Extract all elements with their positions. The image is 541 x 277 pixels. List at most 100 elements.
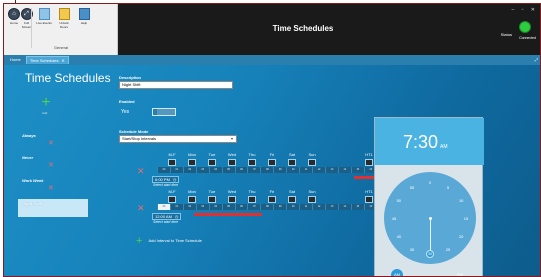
day-column-fri: Fri	[262, 189, 282, 203]
hour-cell[interactable]: 11	[299, 167, 312, 173]
day-column-thu: Thu	[242, 152, 262, 166]
delete-interval-icon[interactable]: ✕	[137, 166, 145, 177]
schedule-item-always[interactable]: Always ✕	[18, 131, 88, 149]
hour-cell[interactable]: 03	[195, 204, 209, 210]
dial-number[interactable]: 50	[395, 198, 403, 203]
delete-interval-icon[interactable]: ✕	[137, 203, 145, 214]
help-icon	[78, 8, 90, 20]
hour-cell[interactable]: 15	[350, 204, 364, 210]
day-checkbox[interactable]	[208, 159, 216, 166]
hour-cell[interactable]: 00	[157, 204, 170, 210]
hour-cell[interactable]: 10	[286, 204, 299, 210]
tab-time-schedules[interactable]: Time Schedules ✕	[26, 56, 69, 64]
day-checkbox[interactable]	[268, 159, 276, 166]
hour-cell[interactable]: 00	[157, 167, 170, 173]
delete-icon[interactable]: ✕	[48, 184, 54, 192]
hour-cell[interactable]: 03	[195, 167, 209, 173]
day-checkbox[interactable]	[248, 196, 256, 203]
hour-cell[interactable]: 11	[299, 204, 312, 210]
am-button[interactable]: AM	[391, 269, 403, 276]
hour-cell[interactable]: 01	[169, 167, 183, 173]
day-checkbox[interactable]	[228, 196, 236, 203]
dial-number[interactable]: 25	[444, 247, 452, 252]
hour-cell[interactable]: 13	[324, 204, 338, 210]
schedule-item-work-week[interactable]: Work Week ✕	[18, 176, 88, 194]
day-label: M-F	[168, 189, 176, 194]
dial-number[interactable]: 45	[390, 216, 398, 221]
dial-number[interactable]: 35	[408, 247, 416, 252]
unlock-doors-button[interactable]: Unlock Doors	[56, 8, 72, 36]
day-checkbox[interactable]	[208, 196, 216, 203]
hour-cell[interactable]: 09	[273, 204, 286, 210]
hour-cell[interactable]: 07	[247, 167, 260, 173]
schedule-mode-select[interactable]: Start/Stop Intervals ▾	[119, 135, 237, 143]
add-interval-button[interactable]: + Add Interval to Time Schedule	[136, 235, 202, 247]
hour-cell[interactable]: 08	[260, 204, 273, 210]
dial-number[interactable]: 55	[408, 185, 416, 190]
dial-number[interactable]: 5	[444, 185, 452, 190]
hour-cell[interactable]: 06	[234, 204, 248, 210]
description-field[interactable]: Night Shift	[119, 81, 233, 89]
close-tab-icon[interactable]: ✕	[62, 58, 65, 63]
hour-cell[interactable]: 14	[337, 167, 351, 173]
schedule-item-night-shift[interactable]: Night Shift	[18, 199, 88, 217]
dial-number[interactable]: 10	[457, 198, 465, 203]
hour-cell[interactable]: 14	[337, 204, 351, 210]
day-checkbox[interactable]	[188, 159, 196, 166]
description-label: Description	[119, 75, 142, 80]
dial-number[interactable]: 0	[426, 180, 434, 185]
hour-cell[interactable]: 02	[182, 167, 196, 173]
dial-number[interactable]: 20	[457, 234, 465, 239]
tab-home[interactable]: Home	[7, 56, 24, 64]
hour-cell[interactable]: 06	[234, 167, 248, 173]
day-checkbox[interactable]	[268, 196, 276, 203]
day-checkbox[interactable]	[288, 196, 296, 203]
hour-cell[interactable]: 13	[324, 167, 338, 173]
live-events-button[interactable]: Live Events	[36, 8, 52, 36]
help-button[interactable]: Help	[76, 8, 92, 36]
clock-icon: ◷	[174, 214, 179, 219]
dial-selected-minute[interactable]: 30	[426, 250, 434, 258]
hour-cell[interactable]: 02	[182, 204, 196, 210]
enabled-toggle[interactable]	[152, 108, 176, 116]
hour-cell[interactable]: 15	[350, 167, 364, 173]
day-label: Thu	[248, 189, 256, 194]
hour-cell[interactable]: 01	[169, 204, 183, 210]
hour-cell[interactable]: 10	[286, 167, 299, 173]
delete-icon[interactable]: ✕	[48, 161, 54, 169]
hour-cell[interactable]: 07	[247, 204, 260, 210]
hour-cell[interactable]: 05	[221, 167, 235, 173]
hour-cell[interactable]: 04	[208, 204, 222, 210]
pm-button[interactable]: PM	[454, 269, 466, 276]
add-schedule-button[interactable]: +	[40, 95, 52, 111]
dial-number[interactable]: 15	[462, 216, 470, 221]
expand-icon[interactable]: ⤢	[535, 56, 538, 64]
day-checkbox[interactable]	[168, 196, 176, 203]
day-checkbox[interactable]	[308, 196, 316, 203]
hour-cell[interactable]: 08	[260, 167, 273, 173]
day-checkbox[interactable]	[188, 196, 196, 203]
delete-icon[interactable]: ✕	[48, 139, 54, 147]
holiday-checkbox[interactable]	[365, 196, 373, 203]
hour-cell[interactable]: 04	[208, 167, 222, 173]
day-label: Mon	[188, 152, 196, 157]
day-checkbox[interactable]	[248, 159, 256, 166]
day-checkbox[interactable]	[308, 159, 316, 166]
minute-dial[interactable]: 0 5 10 15 20 25 30 35 40 45 50 55	[384, 172, 476, 264]
start-time-field[interactable]: 6:00 PM ◷	[152, 176, 180, 183]
day-checkbox[interactable]	[228, 159, 236, 166]
day-column-m-f: M-F	[162, 189, 182, 203]
schedule-item-never[interactable]: Never ✕	[18, 153, 88, 171]
hour-cell[interactable]: 12	[312, 167, 325, 173]
plus-icon: +	[136, 235, 143, 247]
dial-number[interactable]: 40	[395, 234, 403, 239]
day-label: Sat	[288, 189, 295, 194]
hour-cell[interactable]: 12	[312, 204, 325, 210]
hour-cell[interactable]: 09	[273, 167, 286, 173]
day-checkbox[interactable]	[168, 159, 176, 166]
day-checkbox[interactable]	[288, 159, 296, 166]
hour-cell[interactable]: 05	[221, 204, 235, 210]
window-controls[interactable]: – ▫ ✕	[511, 7, 538, 13]
holiday-checkbox[interactable]	[365, 159, 373, 166]
start-time-field[interactable]: 12:00 AM ◷	[152, 213, 182, 220]
